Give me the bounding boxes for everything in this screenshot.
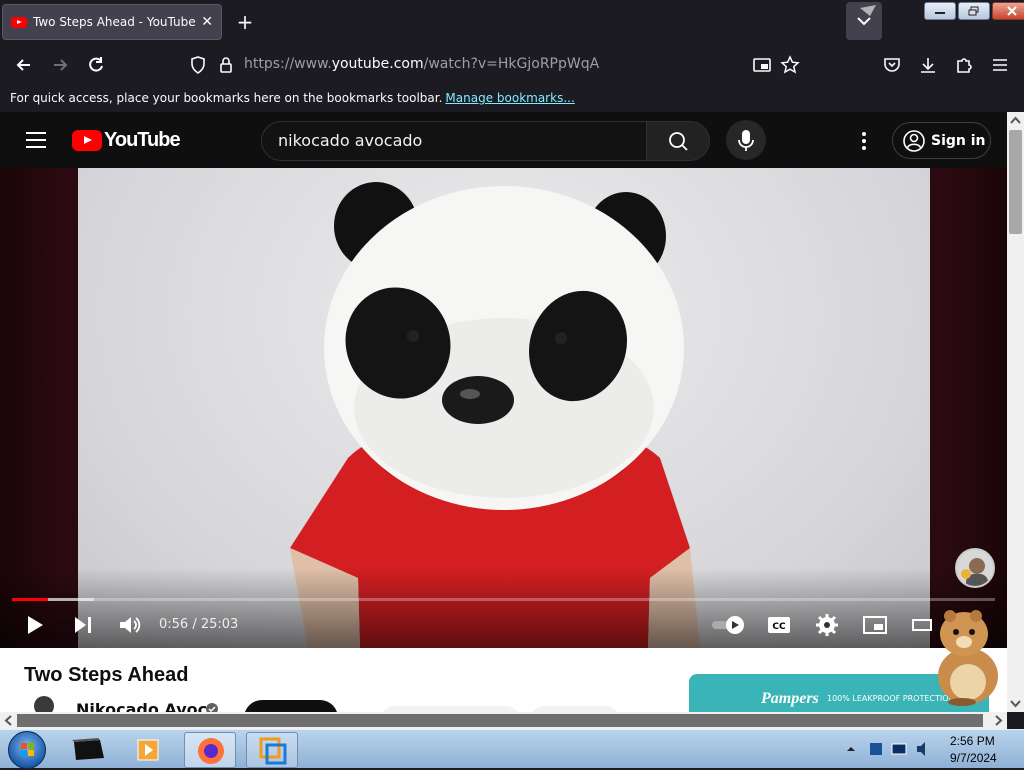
reload-icon[interactable] bbox=[86, 55, 106, 75]
scroll-left-icon[interactable] bbox=[0, 712, 17, 729]
tracking-protection-shield-icon[interactable] bbox=[188, 55, 208, 75]
verified-badge-icon bbox=[206, 703, 218, 712]
media-player-icon bbox=[137, 739, 159, 761]
bookmarks-toolbar: For quick access, place your bookmarks h… bbox=[0, 86, 1024, 112]
miniplayer-icon[interactable] bbox=[862, 614, 888, 636]
player-controls-shade bbox=[0, 568, 1007, 648]
taskbar-vmware-app[interactable] bbox=[246, 732, 298, 768]
url-path: /watch?v=HkGjoRPpWqA bbox=[423, 56, 600, 72]
windows-taskbar: 2:56 PM 9/7/2024 bbox=[0, 729, 1024, 769]
desktop-pet-hamster-image[interactable] bbox=[918, 604, 1014, 708]
taskbar-cmd-app[interactable] bbox=[62, 732, 114, 768]
youtube-play-logo-icon bbox=[72, 130, 102, 151]
video-title: Two Steps Ahead bbox=[24, 664, 189, 686]
speaker-icon[interactable] bbox=[914, 740, 932, 758]
svg-text:CC: CC bbox=[772, 622, 786, 632]
horizontal-scrollbar[interactable] bbox=[0, 712, 1007, 729]
voice-search-button[interactable] bbox=[726, 120, 766, 160]
scroll-up-icon[interactable] bbox=[1007, 112, 1024, 128]
search-button[interactable] bbox=[646, 121, 710, 161]
scroll-right-icon[interactable] bbox=[990, 712, 1007, 729]
windows-logo-icon bbox=[21, 743, 34, 756]
picture-in-picture-icon[interactable] bbox=[752, 55, 772, 75]
progress-bar[interactable] bbox=[12, 598, 995, 601]
vmware-icon bbox=[259, 737, 287, 765]
youtube-page: YouTube nikocado avocado Sign in 0:56 / … bbox=[0, 112, 1007, 712]
taskbar-firefox-app[interactable] bbox=[184, 732, 236, 768]
more-options-icon[interactable] bbox=[855, 130, 873, 152]
firefox-icon bbox=[198, 738, 224, 764]
video-player[interactable]: 0:56 / 25:03 CC bbox=[0, 168, 1007, 648]
bookmarks-message: For quick access, place your bookmarks h… bbox=[10, 91, 443, 105]
vertical-scroll-thumb[interactable] bbox=[1009, 130, 1022, 234]
downloads-icon[interactable] bbox=[918, 55, 938, 75]
guide-menu-icon[interactable] bbox=[26, 132, 46, 148]
restore-button[interactable] bbox=[958, 2, 990, 20]
subscribe-button[interactable] bbox=[244, 700, 338, 712]
channel-name[interactable]: Nikocado Avoc bbox=[76, 700, 207, 712]
list-all-tabs-button[interactable] bbox=[846, 2, 882, 40]
closed-captions-icon[interactable]: CC bbox=[766, 614, 792, 636]
minimize-button[interactable] bbox=[924, 2, 956, 20]
play-icon[interactable] bbox=[24, 614, 46, 636]
forward-arrow-icon[interactable] bbox=[50, 55, 70, 75]
new-tab-button[interactable]: + bbox=[234, 10, 256, 34]
horizontal-scroll-thumb[interactable] bbox=[17, 714, 983, 727]
manage-bookmarks-link[interactable]: Manage bookmarks... bbox=[445, 91, 574, 105]
show-hidden-icons-icon[interactable] bbox=[846, 744, 856, 754]
navigation-toolbar: https://www.youtube.com/watch?v=HkGjoRPp… bbox=[0, 44, 1024, 86]
video-info-section: Two Steps Ahead Nikocado Avoc Pampers 10… bbox=[0, 648, 1007, 712]
clock-date[interactable]: 9/7/2024 bbox=[950, 751, 997, 765]
start-button[interactable] bbox=[8, 731, 46, 769]
sign-in-button[interactable]: Sign in bbox=[892, 122, 991, 159]
youtube-logo[interactable]: YouTube bbox=[72, 129, 181, 152]
clock-time[interactable]: 2:56 PM bbox=[950, 734, 995, 748]
chevron-down-icon bbox=[857, 5, 876, 26]
network-icon[interactable] bbox=[890, 740, 908, 758]
address-bar[interactable]: https://www.youtube.com/watch?v=HkGjoRPp… bbox=[244, 56, 599, 72]
progress-played bbox=[12, 598, 49, 601]
close-window-button[interactable] bbox=[992, 2, 1024, 20]
youtube-masthead: YouTube nikocado avocado Sign in bbox=[0, 112, 1007, 168]
youtube-favicon-icon bbox=[11, 16, 27, 28]
tab-active[interactable]: Two Steps Ahead - YouTube ✕ bbox=[2, 4, 222, 40]
pocket-icon[interactable] bbox=[882, 55, 902, 75]
volume-icon[interactable] bbox=[118, 614, 142, 636]
menu-hamburger-icon[interactable] bbox=[990, 55, 1010, 75]
autoplay-toggle-icon[interactable] bbox=[710, 614, 746, 636]
account-icon bbox=[903, 129, 925, 152]
microphone-icon bbox=[738, 130, 754, 151]
lock-icon[interactable] bbox=[216, 55, 236, 75]
bookmark-star-icon[interactable] bbox=[780, 55, 800, 75]
close-icon bbox=[1007, 6, 1017, 16]
url-prefix: https://www. bbox=[244, 56, 332, 72]
time-display: 0:56 / 25:03 bbox=[159, 617, 239, 632]
tray-app-icon[interactable] bbox=[868, 740, 884, 758]
channel-watermark-avatar[interactable] bbox=[955, 548, 995, 588]
channel-avatar[interactable] bbox=[28, 694, 60, 712]
sign-in-label: Sign in bbox=[931, 132, 986, 149]
next-video-icon[interactable] bbox=[72, 614, 94, 636]
restore-icon bbox=[968, 6, 979, 16]
taskbar-media-player-app[interactable] bbox=[122, 732, 174, 768]
terminal-icon bbox=[72, 738, 104, 760]
extensions-puzzle-icon[interactable] bbox=[954, 55, 974, 75]
url-domain: youtube.com bbox=[331, 56, 424, 72]
youtube-logo-text: YouTube bbox=[104, 129, 181, 151]
tab-close-icon[interactable]: ✕ bbox=[201, 14, 213, 30]
window-controls bbox=[924, 2, 1024, 20]
ad-brand: Pampers bbox=[761, 690, 819, 707]
minimize-icon bbox=[935, 12, 945, 14]
tab-strip: Two Steps Ahead - YouTube ✕ + bbox=[0, 0, 1024, 44]
tab-title: Two Steps Ahead - YouTube bbox=[33, 15, 196, 29]
back-arrow-icon[interactable] bbox=[14, 55, 34, 75]
search-input[interactable]: nikocado avocado bbox=[261, 121, 647, 161]
settings-gear-icon[interactable] bbox=[816, 614, 838, 636]
search-icon bbox=[669, 132, 688, 151]
